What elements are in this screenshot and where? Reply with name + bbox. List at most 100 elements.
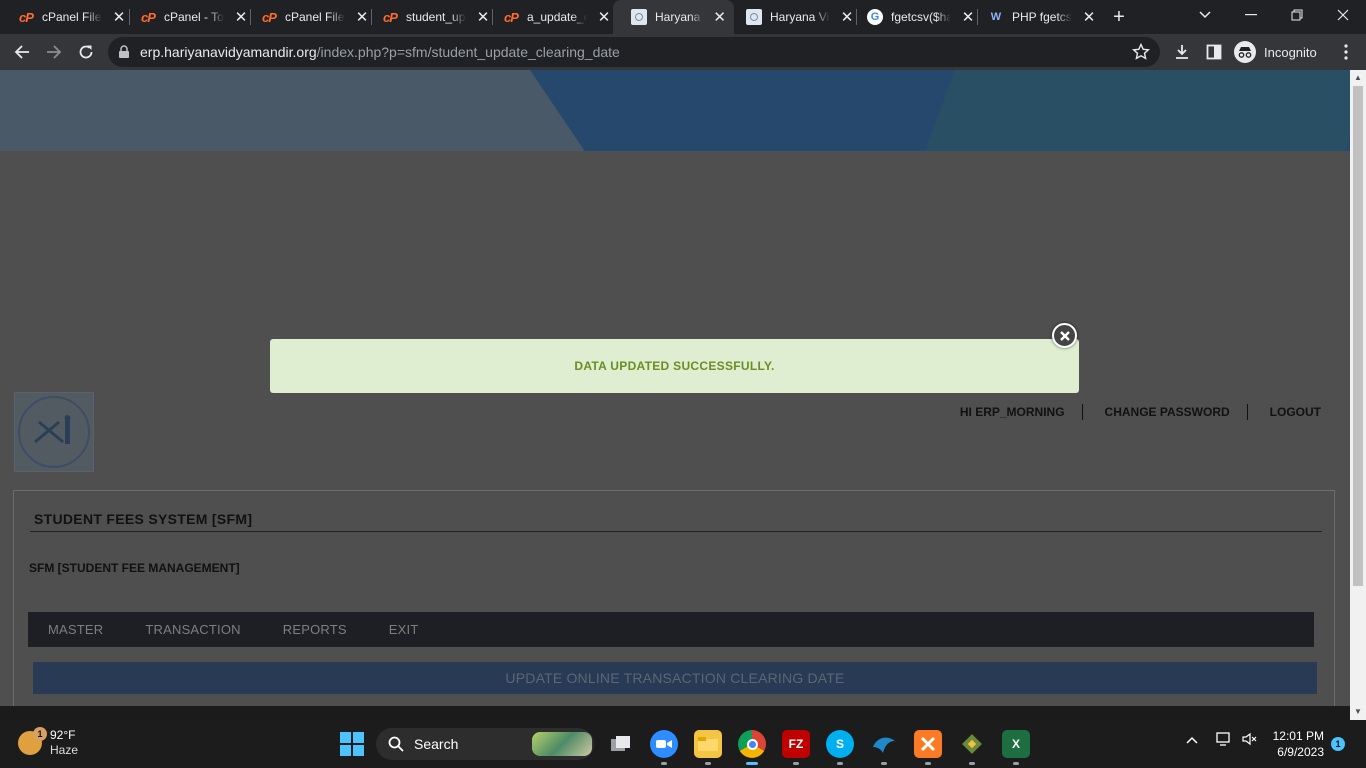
side-panel-button[interactable]	[1202, 40, 1226, 64]
incognito-icon	[1234, 41, 1256, 63]
close-icon[interactable]: ✕	[597, 8, 611, 26]
search-icon	[388, 736, 404, 752]
menu-item-master[interactable]: MASTER	[48, 622, 103, 637]
browser-tab[interactable]: G fgetcsv($handle ✕	[849, 0, 983, 34]
browser-tab[interactable]: W PHP fgetcsv ✕	[970, 0, 1104, 34]
browser-toolbar: erp.hariyanavidyamandir.org/index.php?p=…	[0, 34, 1366, 70]
taskbar-search[interactable]: Search	[376, 728, 594, 760]
search-label: Search	[414, 736, 459, 752]
forward-button[interactable]	[42, 40, 66, 64]
scroll-up-arrow-icon[interactable]: ▲	[1350, 70, 1366, 86]
page-bottom-strip	[0, 706, 1350, 720]
task-view-icon[interactable]	[607, 730, 635, 758]
tab-title: Haryana Vidya	[655, 10, 703, 24]
weather-desc: Haze	[50, 743, 79, 757]
download-icon	[1176, 45, 1188, 59]
browser-tab[interactable]: cP cPanel File ✕	[0, 0, 134, 34]
git-icon[interactable]	[958, 730, 986, 765]
profile-label: Incognito	[1264, 44, 1317, 60]
menu-item-exit[interactable]: EXIT	[389, 622, 419, 637]
xampp-icon[interactable]	[914, 730, 942, 765]
tab-title: Haryana Vidya	[770, 10, 830, 24]
menu-item-reports[interactable]: REPORTS	[283, 622, 347, 637]
mysql-workbench-icon[interactable]	[870, 730, 898, 765]
clock-date: 6/9/2023	[1277, 745, 1324, 759]
cpanel-icon: cP	[141, 9, 156, 25]
change-password-link[interactable]: CHANGE PASSWORD	[1105, 405, 1230, 419]
volume-muted-icon[interactable]	[1242, 732, 1258, 749]
cpanel-icon: cP	[383, 9, 398, 25]
browser-tab[interactable]: Haryana Vidya ✕	[728, 0, 862, 34]
alert-close-button[interactable]	[1052, 323, 1077, 348]
clock-time: 12:01 PM	[1272, 729, 1324, 743]
reload-icon	[79, 45, 93, 59]
title-divider	[30, 531, 1322, 532]
tab-title: cPanel - Tools	[164, 10, 224, 24]
w3-icon: W	[990, 11, 1002, 23]
page-title: STUDENT FEES SYSTEM [SFM]	[34, 511, 253, 527]
download-button[interactable]	[1170, 40, 1194, 64]
user-greeting: HI ERP_MORNING	[959, 405, 1065, 419]
minimize-icon	[1245, 14, 1257, 16]
restore-icon	[1291, 9, 1303, 21]
window-close-button[interactable]	[1320, 0, 1366, 30]
tab-title: cPanel File	[285, 10, 345, 24]
network-icon[interactable]	[1216, 732, 1232, 749]
tab-title: cPanel File	[42, 10, 102, 24]
file-explorer-icon[interactable]	[694, 730, 722, 765]
chrome-icon[interactable]	[738, 730, 766, 765]
restore-button[interactable]	[1274, 0, 1320, 30]
address-bar[interactable]: erp.hariyanavidyamandir.org/index.php?p=…	[108, 37, 1160, 67]
weather-haze-icon: 1	[18, 727, 47, 755]
menu-item-transaction[interactable]: TRANSACTION	[145, 622, 240, 637]
scroll-down-arrow-icon[interactable]: ▼	[1350, 704, 1366, 720]
browser-tab[interactable]: cP cPanel - Tools ✕	[122, 0, 256, 34]
reload-button[interactable]	[74, 40, 98, 64]
close-icon[interactable]: ✕	[1082, 8, 1096, 26]
cpanel-icon: cP	[262, 9, 277, 25]
document-icon	[631, 9, 647, 25]
lock-icon	[119, 45, 129, 58]
start-button[interactable]	[340, 732, 364, 756]
zoom-icon[interactable]	[650, 730, 678, 765]
browser-tab-active[interactable]: Haryana Vidya ✕	[613, 0, 734, 34]
windows-taskbar: 1 92°F Haze Search FZ S X 12:01 PM 6/9/2…	[0, 720, 1366, 768]
url-text: erp.hariyanavidyamandir.org/index.php?p=…	[140, 44, 620, 60]
new-tab-button[interactable]: +	[1108, 4, 1130, 30]
taskbar-clock[interactable]: 12:01 PM 6/9/2023	[1266, 728, 1324, 760]
vertical-scrollbar[interactable]: ▲ ▼	[1350, 70, 1366, 720]
document-icon	[746, 9, 762, 25]
skype-icon[interactable]: S	[826, 730, 854, 765]
close-icon	[1059, 330, 1070, 341]
section-title: UPDATE ONLINE TRANSACTION CLEARING DATE	[33, 662, 1317, 694]
notification-badge[interactable]: 1	[1331, 737, 1345, 751]
incognito-indicator[interactable]: Incognito	[1234, 38, 1317, 66]
logout-link[interactable]: LOGOUT	[1270, 405, 1321, 419]
filezilla-icon[interactable]: FZ	[782, 730, 810, 765]
browser-tab[interactable]: cP student_update ✕	[364, 0, 498, 34]
kebab-menu-icon	[1344, 44, 1348, 60]
close-icon[interactable]: ✕	[713, 8, 726, 26]
side-panel-icon	[1206, 44, 1222, 60]
browser-tab[interactable]: cP a_update_clearing ✕	[485, 0, 619, 34]
nav-divider	[1246, 404, 1248, 420]
minimize-button[interactable]	[1228, 0, 1274, 30]
scrollbar-thumb[interactable]	[1353, 86, 1363, 586]
tab-search-button[interactable]	[1182, 0, 1228, 30]
success-alert: DATA UPDATED SUCCESSFULLY.	[270, 339, 1079, 393]
browser-tab[interactable]: cP cPanel File ✕	[243, 0, 377, 34]
browser-tab-strip: cP cPanel File ✕ cP cPanel - Tools ✕ cP …	[0, 0, 1366, 34]
bookmark-star-icon[interactable]	[1131, 42, 1151, 66]
weather-widget[interactable]: 1 92°F Haze	[18, 727, 79, 758]
tab-title: fgetcsv($handle	[891, 10, 951, 24]
tab-title: a_update_clearing	[527, 10, 587, 24]
arrow-left-icon	[14, 45, 29, 59]
url-host: erp.hariyanavidyamandir.org	[140, 44, 317, 60]
google-icon: G	[867, 9, 883, 25]
tray-overflow-icon[interactable]	[1186, 732, 1198, 747]
browser-menu-button[interactable]	[1334, 40, 1358, 64]
excel-icon[interactable]: X	[1002, 730, 1030, 765]
back-button[interactable]	[10, 40, 34, 64]
nav-divider	[1081, 404, 1083, 420]
page-viewport: HI ERP_MORNING CHANGE PASSWORD LOGOUT ST…	[0, 70, 1350, 706]
